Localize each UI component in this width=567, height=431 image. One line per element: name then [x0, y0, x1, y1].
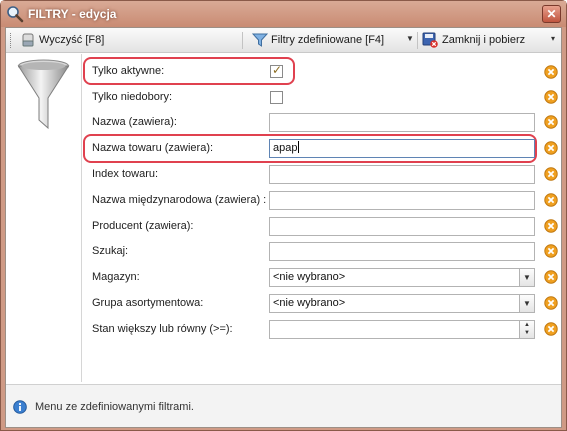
stock-gte-spinner[interactable]: ▲ ▼: [269, 320, 535, 339]
clear-field-icon[interactable]: [544, 90, 558, 104]
clear-field-icon[interactable]: [544, 322, 558, 336]
clear-field-icon[interactable]: [544, 115, 558, 129]
funnel-icon: [252, 33, 268, 47]
manufacturer-input[interactable]: [269, 217, 535, 236]
warehouse-value: <nie wybrano>: [273, 271, 346, 283]
name-contains-label: Nazwa (zawiera):: [92, 116, 177, 128]
close-and-fetch-button[interactable]: Zamknij i pobierz: [442, 32, 525, 49]
clear-button[interactable]: Wyczyść [F8]: [39, 32, 104, 49]
toolbar-separator: [242, 32, 243, 49]
window-title: FILTRY - edycja: [28, 7, 117, 21]
clear-field-icon[interactable]: [544, 167, 558, 181]
chevron-down-icon[interactable]: ▼: [519, 295, 534, 312]
product-group-value: <nie wybrano>: [273, 297, 346, 309]
product-index-label: Index towaru:: [92, 168, 159, 180]
left-pane: [6, 54, 82, 382]
clear-field-icon[interactable]: [544, 65, 558, 79]
product-name-contains-label: Nazwa towaru (zawiera):: [92, 142, 214, 154]
text-cursor: [298, 141, 300, 153]
status-text: Menu ze zdefiniowanymi filtrami.: [35, 401, 194, 413]
toolbar-overflow-icon[interactable]: ▾: [551, 34, 555, 43]
eraser-icon: [22, 33, 34, 47]
clear-field-icon[interactable]: [544, 193, 558, 207]
clear-field-icon[interactable]: [544, 244, 558, 258]
product-name-contains-input[interactable]: apap: [269, 139, 535, 158]
search-label: Szukaj:: [92, 245, 129, 257]
chevron-down-icon[interactable]: ▼: [406, 34, 414, 43]
large-funnel-icon: [17, 59, 70, 130]
only-shortages-label: Tylko niedobory:: [92, 91, 173, 103]
save-close-icon: [422, 32, 438, 48]
status-bar: Menu ze zdefiniowanymi filtrami.: [6, 384, 561, 427]
magnifier-icon: [7, 6, 24, 23]
name-contains-input[interactable]: [269, 113, 535, 132]
title-bar[interactable]: FILTRY - edycja ✕: [1, 1, 566, 27]
product-group-label: Grupa asortymentowa:: [92, 297, 204, 309]
clear-field-icon[interactable]: [544, 141, 558, 155]
clear-field-icon[interactable]: [544, 296, 558, 310]
checkmark-icon: ✓: [272, 63, 283, 77]
client-area: Wyczyść [F8] Filtry zdefiniowane [F4] ▼ …: [5, 27, 562, 428]
international-name-label: Nazwa międzynarodowa (zawiera) :: [92, 194, 267, 206]
clear-field-icon[interactable]: [544, 270, 558, 284]
warehouse-label: Magazyn:: [92, 271, 140, 283]
manufacturer-label: Producent (zawiera):: [92, 220, 194, 232]
product-group-select[interactable]: <nie wybrano> ▼: [269, 294, 535, 313]
product-name-value: apap: [273, 142, 298, 154]
international-name-input[interactable]: [269, 191, 535, 210]
info-icon: [13, 400, 27, 414]
chevron-down-icon[interactable]: ▼: [519, 269, 534, 286]
only-active-label: Tylko aktywne:: [92, 65, 165, 77]
only-shortages-checkbox[interactable]: [270, 91, 283, 104]
search-input[interactable]: [269, 242, 535, 261]
only-active-checkbox[interactable]: ✓: [270, 63, 283, 78]
warehouse-select[interactable]: <nie wybrano> ▼: [269, 268, 535, 287]
stock-gte-label: Stan większy lub równy (>=):: [92, 323, 233, 335]
defined-filters-button[interactable]: Filtry zdefiniowane [F4]: [271, 32, 384, 49]
clear-field-icon[interactable]: [544, 219, 558, 233]
toolbar-grip[interactable]: [10, 33, 13, 48]
toolbar-separator: [417, 32, 418, 49]
spinner-arrows-icon[interactable]: ▲ ▼: [519, 321, 534, 338]
product-index-input[interactable]: [269, 165, 535, 184]
close-button[interactable]: ✕: [542, 5, 561, 23]
filter-window: FILTRY - edycja ✕ Wyczyść [F8] Filtry zd…: [0, 0, 567, 431]
toolbar: Wyczyść [F8] Filtry zdefiniowane [F4] ▼ …: [6, 28, 561, 53]
